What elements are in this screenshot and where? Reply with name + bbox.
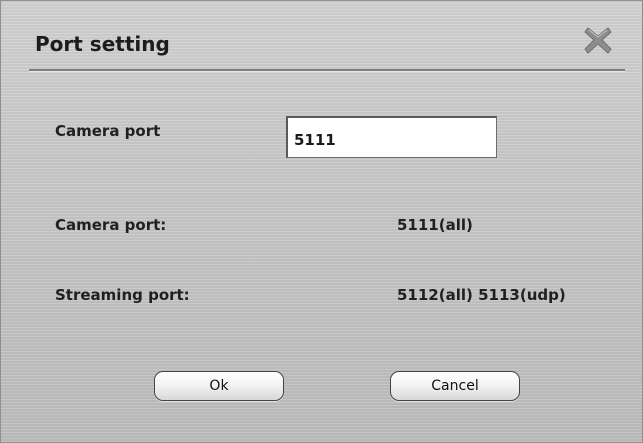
camera-port-info-value: 5111(all): [397, 216, 473, 234]
streaming-port-info-value: 5112(all) 5113(udp): [397, 286, 566, 304]
streaming-port-info-label: Streaming port:: [55, 286, 190, 304]
port-setting-dialog: Port setting Camera port Camera port: 51…: [0, 0, 643, 443]
camera-port-input[interactable]: [286, 116, 497, 158]
camera-port-info-label: Camera port:: [55, 216, 167, 234]
camera-port-field-label: Camera port: [55, 122, 161, 140]
ok-button[interactable]: Ok: [154, 371, 284, 401]
title-divider: [29, 69, 625, 72]
cancel-button[interactable]: Cancel: [390, 371, 520, 401]
close-icon[interactable]: [581, 23, 615, 57]
dialog-title: Port setting: [35, 32, 170, 56]
